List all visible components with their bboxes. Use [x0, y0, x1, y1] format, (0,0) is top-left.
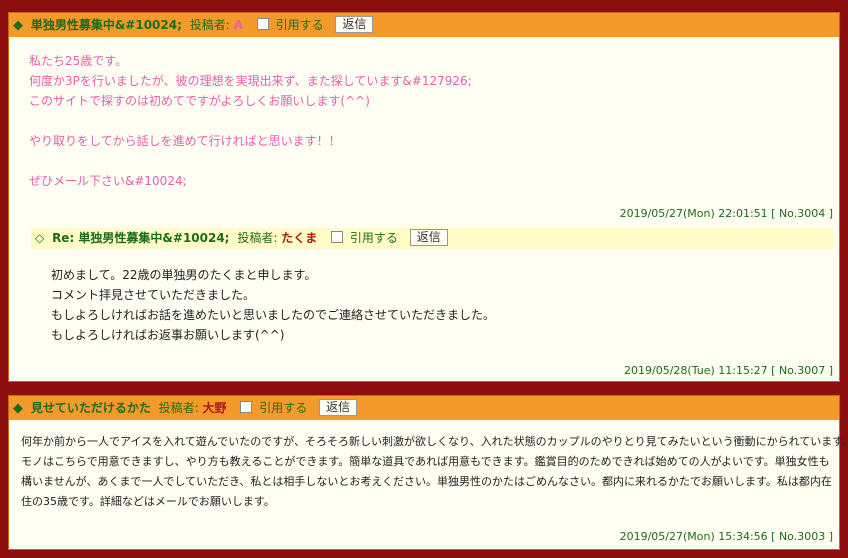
- post-body: 何年か前から一人でアイスを入れて遊んでいたのですが、そろそろ新しい刺激が欲しくな…: [21, 432, 848, 512]
- post-footer: 2019/05/27(Mon) 15:34:56 [ No.3003 ]: [619, 530, 833, 543]
- post-body-line: 構いませんが、あくまで一人でしていただき、私とは相手しないとお考えください。単独…: [21, 475, 832, 488]
- reply-body-line: もしよろしければお返事お願いします(^^): [51, 328, 285, 342]
- diamond-icon: ◆: [13, 18, 23, 33]
- quote-checkbox[interactable]: [256, 18, 269, 30]
- post-body-line: モノはこちらで用意できますし、やり方も教えることができます。簡単な道具であれば用…: [21, 455, 830, 468]
- reply-body-line: 初めまして。22歳の単独男のたくまと申します。: [51, 268, 317, 282]
- reply-button[interactable]: 返信: [335, 16, 374, 33]
- poster-name: A: [233, 18, 243, 32]
- poster-label: 投稿者:: [237, 231, 278, 245]
- post-body-line: [29, 111, 472, 131]
- reply-title[interactable]: Re: 単独男性募集中&#10024;: [52, 231, 229, 245]
- reply-body-line: もしよろしければお話を進めたいと思いましたのでご連絡させていただきました。: [51, 308, 496, 322]
- reply-button[interactable]: 返信: [409, 229, 448, 246]
- reply-footer: 2019/05/28(Tue) 11:15:27 [ No.3007 ]: [624, 364, 833, 377]
- post-body-line: 住の35歳です。詳細などはメールでお願いします。: [21, 495, 275, 508]
- reply-button[interactable]: 返信: [319, 399, 358, 416]
- post-header: ◆ 単独男性募集中&#10024; 投稿者: A 引用する 返信: [9, 13, 839, 37]
- post-3004: ◆ 単独男性募集中&#10024; 投稿者: A 引用する 返信 私たち25歳で…: [8, 12, 840, 382]
- diamond-icon: ◆: [13, 401, 23, 416]
- reply-body-line: コメント拝見させていただきました。: [51, 288, 256, 302]
- quote-checkbox[interactable]: [240, 401, 253, 413]
- quote-label: 引用する: [259, 401, 308, 415]
- post-body-line: 何度か3Pを行いましたが、彼の理想を実現出来ず、また探しています&#127926…: [29, 74, 472, 88]
- post-body-line: 何年か前から一人でアイスを入れて遊んでいたのですが、そろそろ新しい刺激が欲しくな…: [21, 435, 848, 448]
- post-body: 私たち25歳です。 何度か3Pを行いましたが、彼の理想を実現出来ず、また探してい…: [29, 51, 472, 191]
- poster-name: たくま: [281, 231, 318, 245]
- diamond-outline-icon: ◇: [35, 231, 45, 245]
- post-body-line: ぜひメール下さい&#10024;: [29, 174, 187, 188]
- poster-label: 投稿者:: [158, 401, 199, 415]
- reply-header: ◇ Re: 単独男性募集中&#10024; 投稿者: たくま 引用する 返信: [31, 228, 833, 249]
- post-header: ◆ 見せていただけるかた 投稿者: 大野 引用する 返信: [9, 396, 839, 420]
- quote-label: 引用する: [275, 18, 324, 32]
- poster-label: 投稿者:: [189, 18, 230, 32]
- post-3003: ◆ 見せていただけるかた 投稿者: 大野 引用する 返信 何年か前から一人でアイ…: [8, 395, 848, 550]
- post-body-line: 私たち25歳です。: [29, 54, 128, 68]
- poster-name: 大野: [202, 401, 227, 415]
- post-body-line: やり取りをしてから話しを進めて行ければと思います！！: [29, 134, 341, 148]
- reply-body: 初めまして。22歳の単独男のたくまと申します。 コメント拝見させていただきました…: [51, 265, 495, 345]
- post-title[interactable]: 見せていただけるかた: [31, 401, 151, 415]
- quote-checkbox[interactable]: [331, 231, 344, 243]
- post-title[interactable]: 単独男性募集中&#10024;: [31, 18, 182, 32]
- post-body-line: このサイトで探すのは初めてですがよろしくお願いします(^^): [29, 94, 370, 108]
- post-footer: 2019/05/27(Mon) 22:01:51 [ No.3004 ]: [619, 207, 833, 220]
- quote-label: 引用する: [349, 231, 398, 245]
- post-body-line: [29, 151, 472, 171]
